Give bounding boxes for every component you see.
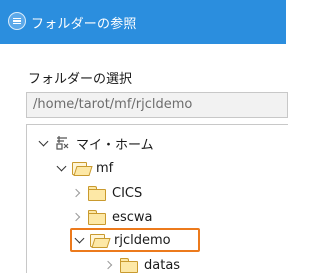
folder-open-icon (90, 233, 108, 247)
tree-item-label: mf (96, 160, 114, 176)
tree-item-rjcldemo[interactable]: rjcldemo (74, 229, 171, 251)
title-bar: フォルダーの参照 (0, 0, 286, 44)
tree-item-cics[interactable]: CICS (72, 182, 142, 204)
tree-item-label: escwa (112, 209, 153, 225)
folder-icon (120, 258, 138, 273)
tree-item-my-home[interactable]: マイ・ホーム (38, 132, 154, 154)
tree-item-label: CICS (112, 185, 143, 201)
selected-path-field[interactable]: /home/tarot/mf/rjcldemo (26, 92, 288, 118)
chevron-right-icon[interactable] (72, 211, 84, 223)
tree-item-label: rjcldemo (114, 232, 171, 248)
chevron-down-icon[interactable] (74, 234, 86, 246)
window-title: フォルダーの参照 (31, 17, 137, 32)
home-icon (56, 136, 69, 150)
folder-icon (88, 186, 106, 201)
tree-item-label: マイ・ホーム (76, 137, 154, 153)
chevron-down-icon[interactable] (38, 137, 50, 149)
chevron-right-icon[interactable] (72, 187, 84, 199)
chevron-down-icon[interactable] (56, 162, 68, 174)
tree-item-mf[interactable]: mf (56, 157, 113, 179)
eclipse-app-icon (8, 12, 26, 30)
folder-select-label: フォルダーの選択 (28, 72, 133, 87)
tree-item-label: datas (144, 257, 181, 273)
chevron-right-icon[interactable] (104, 259, 116, 271)
tree-item-escwa[interactable]: escwa (72, 206, 153, 228)
tree-item-datas[interactable]: datas (104, 254, 180, 273)
folder-icon (88, 210, 106, 225)
folder-open-icon (72, 161, 90, 175)
